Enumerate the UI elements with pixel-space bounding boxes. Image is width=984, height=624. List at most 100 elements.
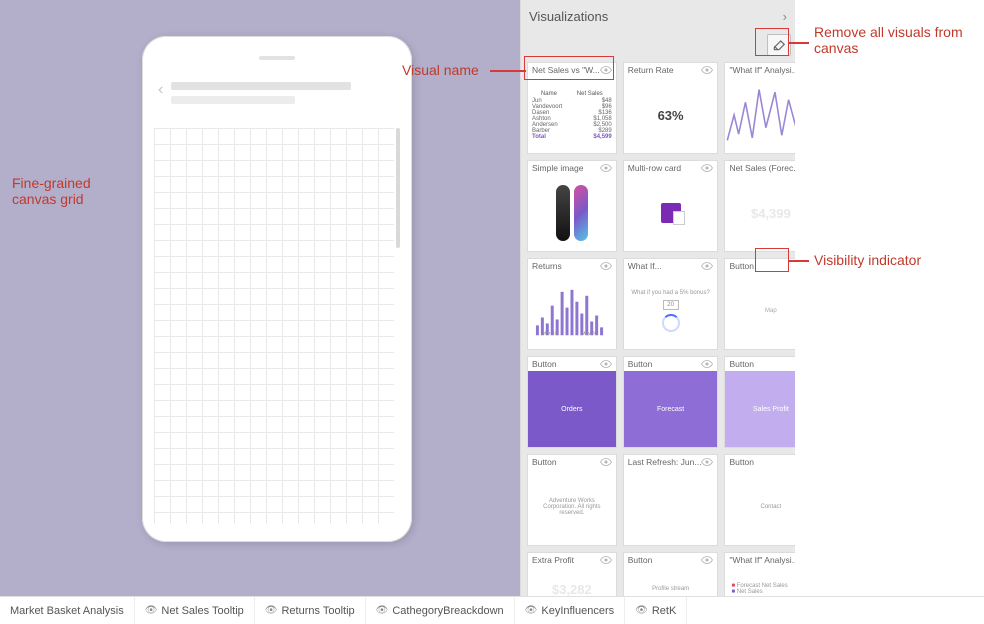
report-tab[interactable]: Market Basket Analysis — [0, 597, 135, 624]
tile-title: "What If" Analysi... — [729, 555, 795, 565]
report-tab[interactable]: 👁KeyInfluencers — [515, 597, 625, 624]
annotation-line — [789, 260, 809, 262]
visibility-eye-icon — [600, 164, 612, 172]
annotation-box-eraser — [755, 28, 789, 56]
tile-title: Returns — [532, 261, 562, 271]
visibility-indicator[interactable] — [701, 262, 713, 270]
visual-tile[interactable]: ButtonContact — [724, 454, 795, 546]
visibility-indicator[interactable] — [701, 458, 713, 466]
visibility-indicator[interactable] — [600, 164, 612, 172]
visual-tile[interactable]: "What If" Analysi... — [724, 62, 795, 154]
svg-text:May 30: May 30 — [582, 331, 598, 337]
text-content: Contact — [757, 504, 786, 510]
histogram-icon: Mar 31 May 30 — [532, 284, 611, 337]
tab-label: CathegoryBreackdown — [392, 605, 503, 617]
tab-label: KeyInfluencers — [541, 605, 614, 617]
panel-header: Visualizations › — [521, 0, 795, 32]
visual-tile[interactable]: Returns Mar 31 May 30 — [527, 258, 617, 350]
visibility-indicator[interactable] — [701, 360, 713, 368]
visual-tile[interactable]: ButtonSales Profit — [724, 356, 795, 448]
tile-body — [624, 175, 718, 251]
hidden-eye-icon: 👁 — [145, 605, 158, 616]
visibility-eye-icon — [701, 360, 713, 368]
visibility-eye-icon — [600, 458, 612, 466]
tile-body: Forecast — [624, 371, 718, 447]
panel-collapse-icon[interactable]: › — [783, 9, 787, 24]
tile-title: Net Sales (Forec... — [729, 163, 795, 173]
table-preview: NameNet SalesJun$48Vandevoort$96Dasen$13… — [528, 91, 616, 140]
back-chevron-icon[interactable]: ‹ — [158, 82, 163, 98]
visibility-indicator[interactable] — [600, 458, 612, 466]
tile-title: Button — [532, 457, 557, 467]
report-tab[interactable]: 👁CathegoryBreackdown — [366, 597, 515, 624]
visibility-indicator[interactable] — [701, 164, 713, 172]
visibility-indicator[interactable] — [600, 262, 612, 270]
visual-tile[interactable]: ButtonOrders — [527, 356, 617, 448]
tile-body: 63% — [624, 77, 718, 153]
visibility-indicator[interactable] — [701, 556, 713, 564]
visibility-eye-icon — [701, 262, 713, 270]
whatif-preview: What if you had a 5% bonus?20 — [627, 290, 713, 332]
visibility-eye-icon — [701, 458, 713, 466]
annotation-visual-name: Visual name — [402, 62, 479, 78]
visibility-indicator[interactable] — [701, 66, 713, 74]
tile-body: Sales Profit — [725, 371, 795, 447]
visual-tile[interactable]: Button Profile stream — [623, 552, 719, 596]
visibility-indicator[interactable] — [600, 556, 612, 564]
visual-tiles-grid: Net Sales vs "W...NameNet SalesJun$48Van… — [527, 62, 789, 596]
image-preview — [556, 185, 588, 241]
tile-body — [528, 175, 616, 251]
tile-title: Last Refresh: Jun... — [628, 457, 702, 467]
spinner-icon — [662, 314, 680, 332]
visual-tile[interactable]: Button Adventure Works Corporation. All r… — [527, 454, 617, 546]
button-label: Sales Profit — [753, 406, 789, 413]
report-tab-strip: Market Basket Analysis 👁Net Sales Tooltip… — [0, 596, 984, 624]
visual-tile[interactable]: Net Sales (Forec... $4,399 — [724, 160, 795, 252]
visual-tile[interactable]: Last Refresh: Jun... — [623, 454, 719, 546]
tile-title: "What If" Analysi... — [729, 65, 795, 75]
annotation-canvas-grid: Fine-grained canvas grid — [12, 175, 127, 207]
tab-label: Market Basket Analysis — [10, 605, 124, 617]
tile-body: Map — [725, 273, 795, 349]
card-value: $4,399 — [751, 206, 791, 221]
tab-label: Returns Tooltip — [281, 605, 354, 617]
tile-title: Button — [628, 359, 653, 369]
svg-text:Mar 31: Mar 31 — [542, 331, 558, 337]
text-content: Adventure Works Corporation. All rights … — [528, 498, 616, 516]
visual-tile[interactable]: Extra Profit $3,282 — [527, 552, 617, 596]
visibility-eye-icon — [600, 262, 612, 270]
visibility-eye-icon — [701, 66, 713, 74]
map-placeholder: Map — [761, 308, 781, 314]
visual-tile[interactable]: Button Forecast — [623, 356, 719, 448]
panel-title: Visualizations — [529, 9, 608, 24]
canvas-grid[interactable] — [154, 128, 394, 524]
line-chart-icon — [725, 77, 795, 153]
report-tab[interactable]: 👁 RetK — [625, 597, 687, 624]
annotation-remove-all: Remove all visuals from canvas — [814, 24, 964, 56]
hidden-eye-icon: 👁 — [635, 605, 648, 616]
visual-tile[interactable]: "What If" Analysi...■ Forecast Net Sales… — [724, 552, 795, 596]
tile-title: Button — [628, 555, 653, 565]
button-label: Forecast — [657, 406, 684, 413]
annotation-line — [789, 42, 809, 44]
tile-title: Extra Profit — [532, 555, 574, 565]
report-tab[interactable]: 👁Returns Tooltip — [255, 597, 366, 624]
title-placeholder — [171, 82, 396, 104]
tile-body: Profile stream — [624, 567, 718, 596]
tile-title: Simple image — [532, 163, 584, 173]
report-tab[interactable]: 👁Net Sales Tooltip — [135, 597, 255, 624]
visual-tile[interactable]: Multi-row card — [623, 160, 719, 252]
visual-tile[interactable]: Return Rate 63% — [623, 62, 719, 154]
visual-tile[interactable]: Simple image — [527, 160, 617, 252]
visibility-indicator[interactable] — [600, 360, 612, 368]
tile-title: Button — [729, 261, 754, 271]
canvas-scrollbar[interactable] — [396, 128, 400, 248]
tile-body: What if you had a 5% bonus?20 — [624, 273, 718, 349]
annotation-visibility: Visibility indicator — [814, 252, 921, 268]
tile-body: $3,282 — [528, 567, 616, 596]
tile-body — [725, 77, 795, 153]
tile-title: Return Rate — [628, 65, 674, 75]
tab-label: RetK — [652, 605, 676, 617]
visual-tile[interactable]: What If...What if you had a 5% bonus?20 — [623, 258, 719, 350]
phone-frame[interactable]: ‹ — [142, 36, 412, 542]
